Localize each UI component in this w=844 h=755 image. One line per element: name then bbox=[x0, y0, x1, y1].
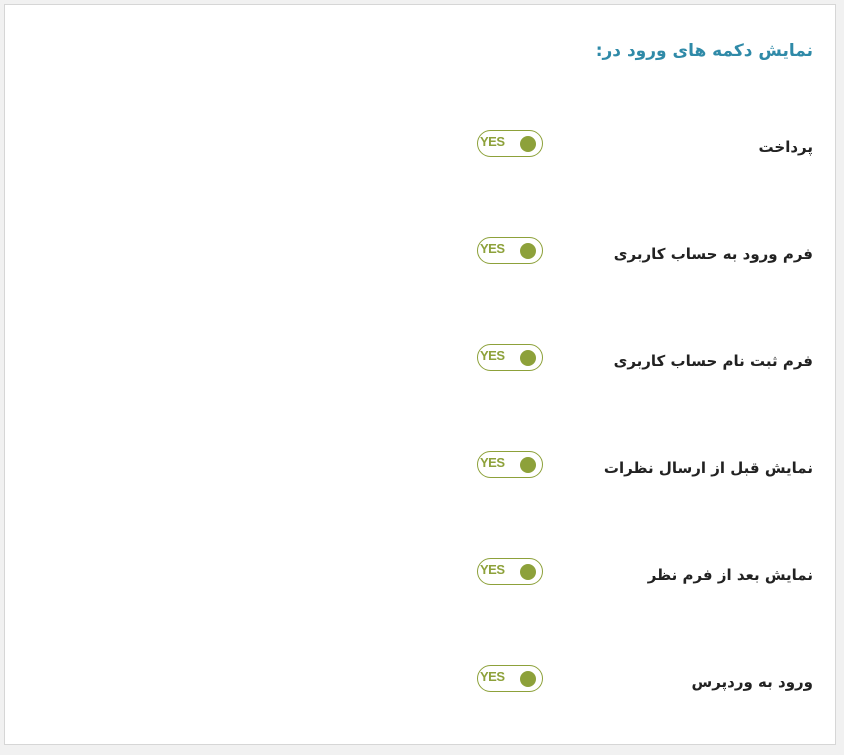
setting-label: نمایش قبل از ارسال نظرات bbox=[603, 459, 813, 477]
toggle-knob bbox=[520, 136, 536, 152]
toggle-knob bbox=[520, 564, 536, 580]
toggle-state-text: YES bbox=[480, 134, 505, 149]
setting-row-register-form: فرم ثبت نام حساب کاربری YES bbox=[5, 344, 835, 392]
register-form-toggle[interactable]: YES bbox=[477, 344, 543, 371]
toggle-state-text: YES bbox=[480, 348, 505, 363]
toggle-knob bbox=[520, 457, 536, 473]
settings-panel: نمایش دکمه های ورود در: پرداخت YES فرم و… bbox=[4, 4, 836, 745]
toggle-knob bbox=[520, 350, 536, 366]
login-form-toggle[interactable]: YES bbox=[477, 237, 543, 264]
toggle-knob bbox=[520, 243, 536, 259]
after-comment-form-toggle[interactable]: YES bbox=[477, 558, 543, 585]
setting-row-wordpress-login: ورود به وردپرس YES bbox=[5, 665, 835, 713]
toggle-state-text: YES bbox=[480, 562, 505, 577]
setting-row-login-form: فرم ورود به حساب کاربری YES bbox=[5, 237, 835, 285]
setting-row-after-comment-form: نمایش بعد از فرم نظر YES bbox=[5, 558, 835, 606]
setting-label: فرم ورود به حساب کاربری bbox=[613, 245, 813, 263]
setting-row-before-comments: نمایش قبل از ارسال نظرات YES bbox=[5, 451, 835, 499]
wordpress-login-toggle[interactable]: YES bbox=[477, 665, 543, 692]
toggle-state-text: YES bbox=[480, 669, 505, 684]
setting-label: فرم ثبت نام حساب کاربری bbox=[613, 352, 813, 370]
setting-label: نمایش بعد از فرم نظر bbox=[647, 566, 813, 584]
toggle-state-text: YES bbox=[480, 455, 505, 470]
setting-label: پرداخت bbox=[758, 138, 814, 156]
checkout-toggle[interactable]: YES bbox=[477, 130, 543, 157]
section-title: نمایش دکمه های ورود در: bbox=[595, 41, 813, 61]
setting-row-checkout: پرداخت YES bbox=[5, 130, 835, 178]
before-comments-toggle[interactable]: YES bbox=[477, 451, 543, 478]
toggle-state-text: YES bbox=[480, 241, 505, 256]
toggle-knob bbox=[520, 671, 536, 687]
setting-label: ورود به وردپرس bbox=[691, 673, 813, 691]
